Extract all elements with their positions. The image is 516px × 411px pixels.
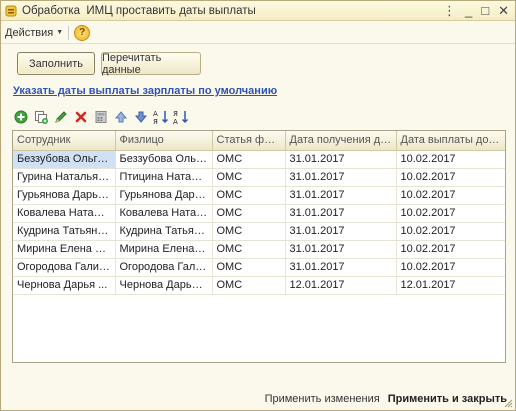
reread-button[interactable]: Перечитать данные (101, 52, 201, 76)
column-header-finance-item[interactable]: Статья фина... (212, 131, 286, 151)
finance-item-cell[interactable]: ОМС (212, 258, 286, 277)
window-title: Обработка ИМЦ проставить даты выплаты (22, 4, 256, 17)
toolbar-separator (68, 25, 70, 40)
actions-label: Действия (5, 26, 54, 39)
svg-text:A: A (173, 118, 178, 125)
employee-cell[interactable]: Беззубова Ольга ... (13, 150, 116, 169)
calculator-icon[interactable] (93, 109, 109, 125)
employee-cell[interactable]: Ковалева Натальн... (13, 204, 116, 223)
employees-table: Сотрудник Физлицо Статья фина... Дата по… (12, 130, 506, 363)
actions-menu[interactable]: Действия ▼ (5, 27, 63, 39)
income-date-cell[interactable]: 31.01.2017 (285, 150, 397, 169)
resize-grip-icon[interactable] (503, 398, 513, 408)
title-bar[interactable]: Обработка ИМЦ проставить даты выплаты ⋮ … (1, 1, 515, 21)
finance-item-cell[interactable]: ОМС (212, 276, 286, 295)
sort-descending-icon[interactable]: ЯA (173, 109, 189, 125)
edit-icon[interactable] (53, 109, 69, 125)
column-header-payment-date[interactable]: Дата выплаты дохода (396, 131, 505, 151)
payment-date-cell[interactable]: 12.01.2017 (396, 276, 505, 295)
add-icon[interactable] (13, 109, 29, 125)
income-date-cell[interactable]: 12.01.2017 (285, 276, 397, 295)
payment-date-cell[interactable]: 10.02.2017 (396, 240, 505, 259)
income-date-cell[interactable]: 31.01.2017 (285, 204, 397, 223)
person-cell[interactable]: Огородова Галин... (115, 258, 213, 277)
table-row[interactable]: Беззубова Ольга ... Беззубова Ольга ... … (13, 150, 505, 169)
minimize-icon[interactable]: _ (465, 3, 472, 18)
help-icon[interactable]: ? (74, 24, 91, 41)
payment-date-cell[interactable]: 10.02.2017 (396, 150, 505, 169)
default-pay-dates-link[interactable]: Указать даты выплаты зарплаты по умолчан… (13, 85, 277, 97)
move-down-icon[interactable] (133, 109, 149, 125)
table-row[interactable]: Чернова Дарья ... Чернова Дарья ... ОМС … (13, 276, 505, 295)
column-header-employee[interactable]: Сотрудник (13, 131, 116, 151)
table-row[interactable]: Кудрина Татьяна ... Кудрина Татьяна ... … (13, 222, 505, 241)
finance-item-cell[interactable]: ОМС (212, 204, 286, 223)
person-cell[interactable]: Кудрина Татьяна ... (115, 222, 213, 241)
person-cell[interactable]: Чернова Дарья ... (115, 276, 213, 295)
svg-text:Я: Я (153, 118, 158, 125)
copy-icon[interactable] (33, 109, 49, 125)
payment-date-cell[interactable]: 10.02.2017 (396, 204, 505, 223)
income-date-cell[interactable]: 31.01.2017 (285, 240, 397, 259)
employee-cell[interactable]: Кудрина Татьяна ... (13, 222, 116, 241)
table-row[interactable]: Ковалева Натальн... Ковалева Натальн... … (13, 204, 505, 223)
apply-changes-button[interactable]: Применить изменения (265, 393, 380, 405)
finance-item-cell[interactable]: ОМС (212, 150, 286, 169)
finance-item-cell[interactable]: ОМС (212, 222, 286, 241)
app-icon (5, 5, 17, 17)
payment-date-cell[interactable]: 10.02.2017 (396, 186, 505, 205)
footer-bar: Применить изменения Применить и закрыть (1, 387, 515, 410)
chevron-down-icon: ▼ (56, 29, 64, 36)
table-header-row: Сотрудник Физлицо Статья фина... Дата по… (13, 131, 505, 151)
income-date-cell[interactable]: 31.01.2017 (285, 258, 397, 277)
sort-ascending-icon[interactable]: AЯ (153, 109, 169, 125)
svg-text:Я: Я (173, 110, 178, 118)
person-cell[interactable]: Птицина Наталья... (115, 168, 213, 187)
income-date-cell[interactable]: 31.01.2017 (285, 222, 397, 241)
finance-item-cell[interactable]: ОМС (212, 168, 286, 187)
table-toolbar: AЯ ЯA (13, 108, 189, 126)
person-cell[interactable]: Ковалева Натальн... (115, 204, 213, 223)
person-cell[interactable]: Гурьянова Дарья... (115, 186, 213, 205)
person-cell[interactable]: Мирина Елена Ал... (115, 240, 213, 259)
employee-cell[interactable]: Огородова Галин... (13, 258, 116, 277)
finance-item-cell[interactable]: ОМС (212, 186, 286, 205)
payment-date-cell[interactable]: 10.02.2017 (396, 168, 505, 187)
close-icon[interactable]: ✕ (498, 3, 509, 18)
finance-item-cell[interactable]: ОМС (212, 240, 286, 259)
table-row[interactable]: Мирина Елена Ал... Мирина Елена Ал... ОМ… (13, 240, 505, 259)
window-menu-icon[interactable]: ⋮ (443, 3, 456, 18)
delete-icon[interactable] (73, 109, 89, 125)
income-date-cell[interactable]: 31.01.2017 (285, 186, 397, 205)
fill-button[interactable]: Заполнить (17, 52, 95, 75)
move-up-icon[interactable] (113, 109, 129, 125)
employee-cell[interactable]: Мирина Елена Ал... (13, 240, 116, 259)
person-cell[interactable]: Беззубова Ольга ... (115, 150, 213, 169)
table-row[interactable]: Гурина Наталья Е... Птицина Наталья... О… (13, 168, 505, 187)
income-date-cell[interactable]: 31.01.2017 (285, 168, 397, 187)
apply-and-close-button[interactable]: Применить и закрыть (388, 393, 507, 405)
payment-date-cell[interactable]: 10.02.2017 (396, 222, 505, 241)
table-row[interactable]: Гурьянова Дарья... Гурьянова Дарья... ОМ… (13, 186, 505, 205)
employee-cell[interactable]: Чернова Дарья ... (13, 276, 116, 295)
employee-cell[interactable]: Гурина Наталья Е... (13, 168, 116, 187)
payment-date-cell[interactable]: 10.02.2017 (396, 258, 505, 277)
table-row[interactable]: Огородова Галин... Огородова Галин... ОМ… (13, 258, 505, 277)
processing-window: Обработка ИМЦ проставить даты выплаты ⋮ … (0, 0, 516, 411)
actions-bar: Действия ▼ ? (1, 22, 515, 44)
employee-cell[interactable]: Гурьянова Дарья... (13, 186, 116, 205)
column-header-income-date[interactable]: Дата получения дохо... (285, 131, 397, 151)
column-header-person[interactable]: Физлицо (115, 131, 213, 151)
svg-text:A: A (153, 110, 158, 118)
maximize-icon[interactable]: □ (481, 3, 489, 18)
